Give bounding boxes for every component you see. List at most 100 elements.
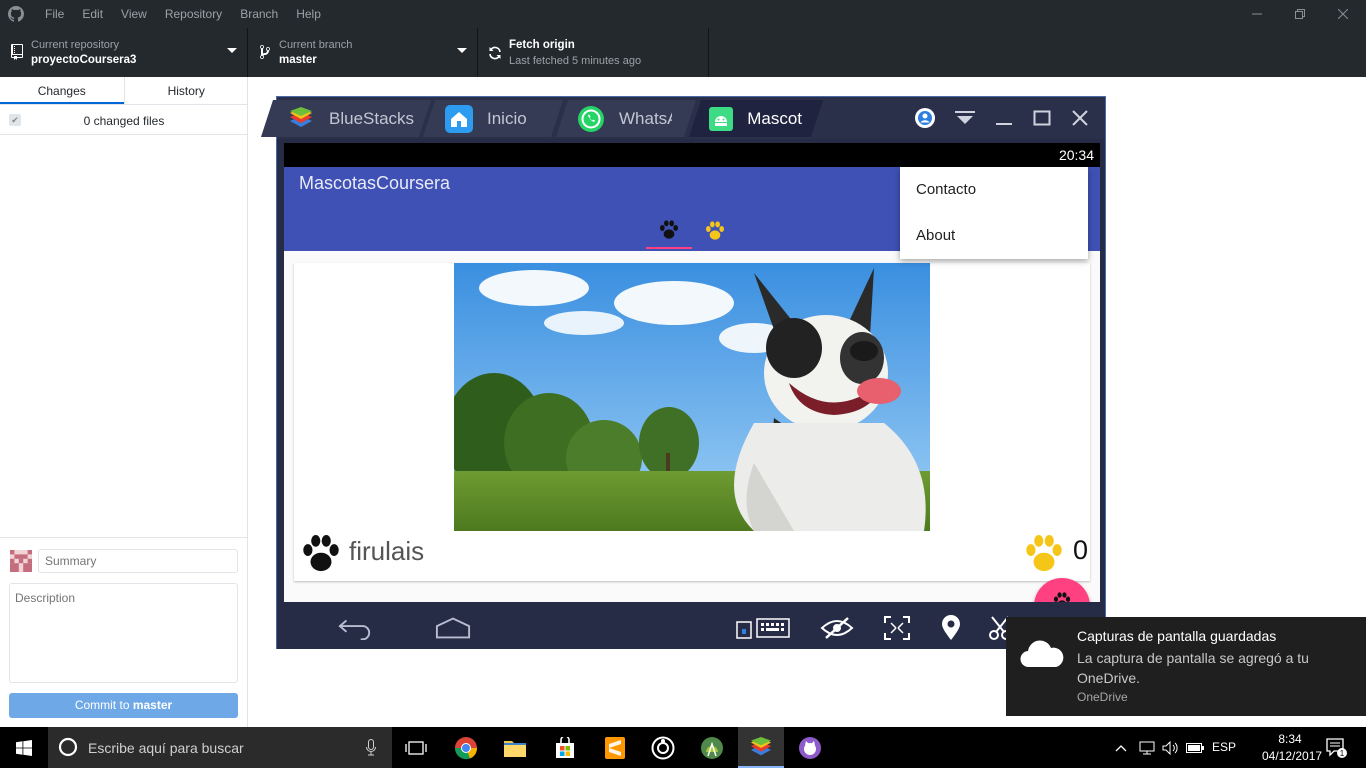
tab-pet-profile[interactable] — [692, 213, 738, 249]
taskbar-search[interactable]: Escribe aquí para buscar — [48, 727, 392, 768]
bluestacks-close-button[interactable] — [1067, 105, 1093, 131]
summary-input[interactable] — [38, 549, 238, 573]
restore-button[interactable] — [1277, 0, 1323, 28]
tab-bluestacks-label: BlueStacks — [329, 108, 415, 128]
action-center-button[interactable]: 1 — [1318, 727, 1356, 768]
speaker-icon — [1162, 740, 1178, 755]
floating-action-button[interactable] — [1034, 578, 1090, 602]
windows-logo-icon — [16, 739, 32, 756]
branch-label: Current branch — [279, 39, 353, 51]
current-repository-dropdown[interactable]: Current repository proyectoCoursera3 — [0, 28, 248, 77]
menu-file[interactable]: File — [36, 0, 73, 28]
taskbar-store[interactable] — [544, 727, 586, 768]
taskbar-github-desktop[interactable] — [788, 727, 832, 768]
pet-photo — [454, 263, 930, 531]
android-app-icon — [708, 105, 733, 133]
like-paw-icon[interactable] — [1023, 533, 1065, 575]
back-arrow-icon — [338, 619, 371, 640]
changes-sidebar: Changes History ✔ 0 changed files Commit… — [0, 77, 248, 727]
menu-view[interactable]: View — [112, 0, 156, 28]
home-button[interactable] — [435, 613, 471, 643]
changed-files-count: 0 changed files — [83, 114, 165, 128]
network-button[interactable] — [1136, 727, 1158, 768]
minimize-icon — [1252, 13, 1262, 15]
commit-button-prefix: Commit to — [74, 698, 133, 712]
clock-date: 04/12/2017 — [1262, 749, 1323, 763]
android-clock: 20:34 — [1058, 147, 1094, 163]
taskbar-obs[interactable] — [642, 727, 684, 768]
visibility-toggle[interactable] — [819, 613, 855, 643]
taskbar-clock[interactable]: 8:34 04/12/2017 — [1262, 731, 1323, 765]
store-icon — [556, 736, 574, 758]
paw-icon — [1053, 592, 1071, 602]
notification-toast[interactable]: Capturas de pantalla guardadas La captur… — [1006, 617, 1366, 716]
start-button[interactable] — [0, 727, 48, 768]
current-branch-dropdown[interactable]: Current branch master — [248, 28, 478, 77]
android-status-bar: 20:34 — [284, 143, 1100, 167]
android-screen: 20:34 MascotasCoursera firulais 0 Contac… — [284, 143, 1100, 602]
menu-branch[interactable]: Branch — [231, 0, 287, 28]
commit-panel: Commit to master — [0, 537, 248, 727]
bluestacks-logo-icon — [750, 736, 772, 755]
chrome-icon — [455, 736, 478, 759]
tab-changes[interactable]: Changes — [0, 77, 124, 104]
show-hidden-icons-button[interactable] — [1110, 727, 1132, 768]
paw-icon — [303, 534, 339, 572]
microphone-icon[interactable] — [366, 739, 376, 756]
chevron-down-icon — [457, 48, 467, 53]
menu-item-contacto[interactable]: Contacto — [916, 181, 976, 198]
bluestacks-minimize-button[interactable] — [991, 105, 1017, 131]
fullscreen-button[interactable] — [879, 613, 915, 643]
input-language[interactable]: ESP — [1212, 740, 1236, 754]
taskbar-bluestacks[interactable] — [738, 727, 784, 768]
battery-icon — [1186, 742, 1204, 753]
tab-whatsapp[interactable]: WhatsA — [577, 100, 672, 137]
maximize-icon — [1033, 110, 1051, 126]
branch-icon — [260, 44, 270, 59]
tab-mascotas[interactable]: Mascot — [708, 100, 802, 137]
minimize-button[interactable] — [1234, 0, 1280, 28]
bluestacks-menu-button[interactable] — [952, 105, 978, 131]
github-desktop-icon — [799, 736, 821, 759]
search-placeholder: Escribe aquí para buscar — [88, 740, 244, 756]
fetch-label: Fetch origin — [509, 39, 575, 51]
task-view-button[interactable] — [396, 727, 436, 768]
taskbar-chrome[interactable] — [446, 727, 486, 768]
commit-button[interactable]: Commit to master — [9, 693, 238, 718]
keyboard-toggle[interactable] — [733, 613, 793, 643]
account-button[interactable] — [912, 105, 938, 131]
menu-edit[interactable]: Edit — [73, 0, 112, 28]
taskbar-sublime-text[interactable] — [594, 727, 636, 768]
fetch-origin-button[interactable]: Fetch origin Last fetched 5 minutes ago — [478, 28, 709, 77]
menu-repository[interactable]: Repository — [156, 0, 231, 28]
tab-history[interactable]: History — [123, 77, 249, 104]
github-logo-icon — [8, 6, 24, 22]
sidebar-tabs: Changes History — [0, 77, 248, 105]
tab-inicio[interactable]: Inicio — [445, 100, 545, 137]
bluestacks-logo-icon — [287, 105, 315, 133]
description-input[interactable] — [9, 583, 238, 683]
location-button[interactable] — [933, 613, 969, 643]
repository-label: Current repository — [31, 39, 120, 51]
tab-inicio-label: Inicio — [487, 108, 527, 128]
chevron-down-icon — [227, 48, 237, 53]
toast-source: OneDrive — [1077, 690, 1128, 704]
app-menu: File Edit View Repository Branch Help — [36, 0, 330, 28]
menu-item-about[interactable]: About — [916, 227, 955, 244]
last-fetched-text: Last fetched 5 minutes ago — [509, 55, 642, 67]
tab-pets-list[interactable] — [646, 213, 692, 249]
bluestacks-maximize-button[interactable] — [1029, 105, 1055, 131]
toast-title: Capturas de pantalla guardadas — [1077, 628, 1277, 644]
tab-bluestacks[interactable]: BlueStacks — [287, 100, 427, 137]
home-icon — [435, 617, 471, 639]
back-button[interactable] — [337, 613, 373, 643]
menu-help[interactable]: Help — [287, 0, 330, 28]
taskbar-file-explorer[interactable] — [494, 727, 536, 768]
pet-name: firulais — [349, 536, 425, 566]
close-window-button[interactable] — [1320, 0, 1366, 28]
pet-card[interactable]: firulais 0 — [294, 263, 1090, 581]
taskbar-android-studio[interactable] — [690, 727, 734, 768]
battery-button[interactable] — [1184, 727, 1206, 768]
restore-icon — [1295, 9, 1305, 19]
volume-button[interactable] — [1160, 727, 1182, 768]
